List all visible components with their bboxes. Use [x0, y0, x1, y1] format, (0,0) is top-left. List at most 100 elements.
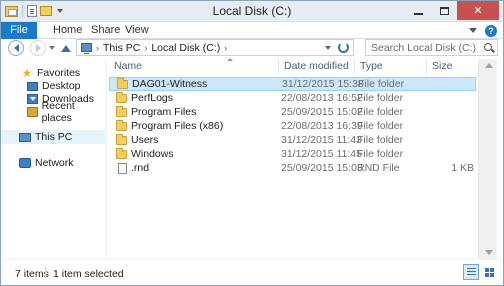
- close-icon: ✕: [473, 5, 483, 17]
- nav-favorites[interactable]: ★ Favorites: [21, 66, 81, 80]
- downloads-icon: [27, 94, 38, 104]
- row-type: RND File: [357, 162, 400, 174]
- row-name: DAG01-Witness: [132, 78, 208, 90]
- row-date: 22/08/2013 16:52: [281, 92, 363, 104]
- view-switcher: [463, 264, 497, 280]
- nav-label: Recent places: [41, 100, 75, 124]
- column-header-type[interactable]: Type: [355, 59, 427, 74]
- this-pc-icon: [81, 43, 92, 54]
- address-bar[interactable]: › This PC › Local Disk (C:) ›: [76, 39, 354, 56]
- search-box[interactable]: [365, 39, 498, 56]
- file-icon: [118, 163, 127, 174]
- nav-recent-places[interactable]: Recent places: [27, 100, 105, 124]
- folder-icon: [116, 92, 127, 103]
- row-size: 1 KB: [451, 162, 474, 174]
- row-size: [429, 106, 474, 120]
- scroll-up-arrow-icon[interactable]: [485, 63, 493, 68]
- nav-network[interactable]: Network: [19, 156, 74, 170]
- row-type: File folder: [358, 78, 405, 90]
- table-row[interactable]: Users 31/12/2015 11:43 File folder: [109, 134, 476, 148]
- expand-ribbon-chevron-icon[interactable]: [469, 28, 477, 33]
- ribbon-right-controls: ?: [469, 24, 497, 37]
- tab-view[interactable]: View: [115, 22, 159, 39]
- star-icon: ★: [21, 66, 33, 80]
- column-header-date[interactable]: Date modified: [279, 59, 355, 74]
- table-row[interactable]: .rnd 25/09/2015 15:03 RND File 1 KB: [109, 162, 476, 176]
- forward-arrow-icon: [35, 44, 41, 52]
- breadcrumb-separator[interactable]: ›: [144, 43, 147, 53]
- breadcrumb-separator[interactable]: ›: [96, 43, 99, 53]
- nav-label: This PC: [35, 131, 73, 143]
- row-type: File folder: [357, 148, 404, 160]
- column-header-size[interactable]: Size: [427, 59, 476, 74]
- maximize-icon: [439, 6, 449, 15]
- refresh-icon[interactable]: [338, 42, 349, 53]
- folder-icon: [116, 106, 127, 117]
- up-button[interactable]: [59, 40, 73, 56]
- table-row[interactable]: DAG01-Witness 31/12/2015 15:38 File fold…: [109, 77, 476, 91]
- row-size: [430, 78, 475, 92]
- search-input[interactable]: [371, 41, 481, 54]
- navigation-bar: › This PC › Local Disk (C:) ›: [1, 39, 503, 57]
- row-type: File folder: [357, 134, 404, 146]
- row-name: .rnd: [131, 162, 150, 174]
- row-type: File folder: [357, 92, 404, 104]
- row-type: File folder: [357, 106, 404, 118]
- row-size: [429, 120, 474, 134]
- search-icon[interactable]: [484, 43, 492, 51]
- recent-locations-chevron-icon[interactable]: [49, 46, 55, 50]
- row-date: 31/12/2015 15:38: [282, 78, 364, 90]
- row-size: [429, 148, 474, 162]
- folder-icon: [117, 78, 128, 89]
- row-date: 31/12/2015 11:43: [281, 134, 362, 146]
- navigation-pane: ★ Favorites Desktop Downloads Recent pla…: [1, 59, 105, 259]
- maximize-button[interactable]: [431, 1, 457, 20]
- column-header-name[interactable]: Name: [109, 59, 279, 74]
- breadcrumb-separator[interactable]: ›: [224, 43, 227, 53]
- status-bar: 7 items 1 item selected: [1, 259, 503, 285]
- row-date: 31/12/2015 11:45: [281, 148, 362, 160]
- row-name: Program Files (x86): [131, 120, 224, 132]
- address-history-chevron-icon[interactable]: [325, 46, 331, 50]
- forward-button[interactable]: [30, 40, 46, 56]
- minimize-button[interactable]: [405, 1, 431, 20]
- back-button[interactable]: [8, 40, 24, 56]
- row-date: 22/08/2013 16:39: [281, 120, 363, 132]
- table-row[interactable]: Windows 31/12/2015 11:45 File folder: [109, 148, 476, 162]
- row-date: 25/09/2015 15:02: [281, 106, 363, 118]
- row-name: Program Files: [131, 106, 197, 118]
- title-bar[interactable]: Local Disk (C:) ✕: [1, 1, 503, 22]
- row-size: [429, 92, 474, 106]
- help-icon[interactable]: ?: [485, 24, 497, 37]
- scroll-down-arrow-icon[interactable]: [485, 250, 493, 255]
- up-arrow-icon: [61, 44, 71, 52]
- row-type: File folder: [357, 120, 404, 132]
- large-icons-view-icon: [484, 267, 494, 277]
- file-list: Name Date modified Type Size DAG01-Witne…: [109, 58, 476, 259]
- this-pc-icon: [19, 132, 31, 142]
- table-row[interactable]: Program Files (x86) 22/08/2013 16:39 Fil…: [109, 120, 476, 134]
- tab-file[interactable]: File: [1, 22, 37, 39]
- row-date: 25/09/2015 15:03: [281, 162, 363, 174]
- breadcrumb-local-disk[interactable]: Local Disk (C:): [151, 42, 220, 54]
- nav-desktop[interactable]: Desktop: [27, 79, 81, 93]
- details-view-button[interactable]: [463, 264, 479, 280]
- window-controls: ✕: [405, 1, 499, 21]
- pane-splitter[interactable]: [106, 59, 107, 259]
- nav-label: Desktop: [42, 80, 81, 92]
- details-view-icon: [466, 267, 476, 277]
- ribbon-tabs: File Home Share View ?: [1, 22, 503, 39]
- vertical-scrollbar[interactable]: [478, 59, 497, 259]
- folder-icon: [116, 148, 127, 159]
- close-button[interactable]: ✕: [457, 1, 499, 20]
- breadcrumb-this-pc[interactable]: This PC: [103, 42, 140, 54]
- folder-icon: [116, 120, 127, 131]
- row-name: Windows: [131, 148, 174, 160]
- row-name: PerfLogs: [131, 92, 174, 104]
- large-icons-view-button[interactable]: [481, 264, 497, 280]
- nav-this-pc[interactable]: This PC: [1, 130, 105, 144]
- item-count: 7 items: [15, 268, 49, 280]
- status-divider: [45, 266, 46, 279]
- table-row[interactable]: Program Files 25/09/2015 15:02 File fold…: [109, 106, 476, 120]
- table-row[interactable]: PerfLogs 22/08/2013 16:52 File folder: [109, 92, 476, 106]
